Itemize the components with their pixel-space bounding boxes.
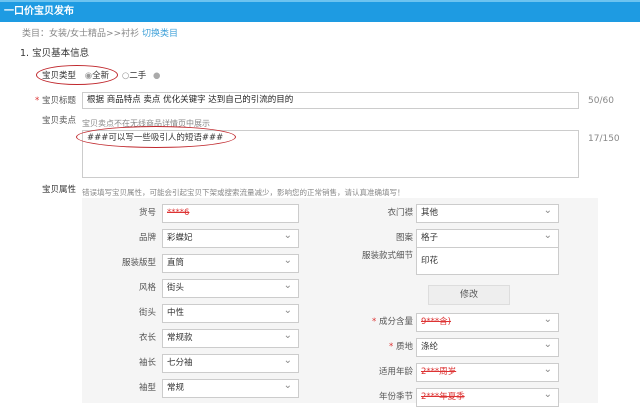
attribute-value: 2***年夏季 [421,392,465,402]
title-input[interactable]: 根据 商品特点 卖点 优化关键字 达到自己的引流的目的 [82,92,579,109]
attribute-label: 袖型 [138,383,156,393]
attribute-value: ****6 [167,208,190,218]
attribute-value: 街头 [167,283,185,293]
attributes-hint: 错误填写宝贝属性，可能会引起宝贝下架或搜索流量减少，影响您的正常销售，请认真准确… [82,188,405,197]
attribute-value: 彩蝶妃 [167,233,193,243]
attribute-label: 适用年龄 [378,367,413,377]
attribute-label: 年份季节 [378,392,413,402]
attribute-select[interactable]: 格子 [416,227,559,248]
attribute-select[interactable]: 9***含) [416,311,559,332]
attribute-label: 服装款式细节 [361,251,413,261]
attribute-value: 其他 [421,208,439,218]
radio-new-label: 全新 [92,71,110,81]
attribute-label: 衣长 [138,333,156,343]
section-title: 1. 宝贝基本信息 [20,48,90,59]
attribute-select[interactable]: 直筒 [162,252,299,273]
attribute-select[interactable]: 中性 [162,302,299,323]
radio-used-label: 二手 [129,71,147,81]
attribute-value: 直筒 [167,258,185,268]
attribute-label: 品牌 [138,233,156,243]
attribute-value: 七分袖 [167,358,193,368]
attribute-label: 货号 [138,208,156,218]
attribute-input[interactable]: ****6 [162,204,299,223]
attribute-label: 衣门襟 [387,208,413,218]
attribute-select[interactable]: 常规款 [162,327,299,348]
attribute-select[interactable]: 常规 [162,377,299,398]
attribute-value: 常规 [167,383,185,393]
attribute-value: 涤纶 [421,342,439,352]
attribute-select[interactable]: 彩蝶妃 [162,227,299,248]
attribute-label: 风格 [138,283,156,293]
attribute-input[interactable]: 印花 [416,247,559,275]
annotation-oval [76,126,236,148]
attribute-select[interactable]: 2***周岁 [416,361,559,382]
help-icon[interactable]: ● [153,71,160,81]
item-type-row: 宝贝类型 ◉全新 ○二手 ● [42,69,160,81]
attribute-label: * 质地 [389,342,413,352]
attribute-select[interactable]: 其他 [416,202,559,223]
edit-button[interactable]: 修改 [428,285,510,305]
attribute-value: 9***含) [421,317,451,327]
attribute-value: 常规款 [167,333,193,343]
attribute-value: 2***周岁 [421,367,457,377]
attribute-select[interactable]: 涤纶 [416,336,559,357]
attribute-label: 服装版型 [121,258,156,268]
attribute-value: 中性 [167,308,185,318]
attribute-label: * 成分含量 [372,317,413,327]
category-breadcrumb: 类目：女装/女士精品>>衬衫 切换类目 [22,26,178,39]
selling-point-label: 宝贝卖点 [41,116,76,126]
page-header: 一口价宝贝发布 [0,0,640,22]
attribute-label: 图案 [395,233,413,243]
attribute-select[interactable]: 街头 [162,277,299,298]
title-count: 50/60 [588,96,614,106]
attributes-label: 宝贝属性 [41,185,76,195]
attribute-label: 街头 [138,308,156,318]
attribute-select[interactable]: 七分袖 [162,352,299,373]
selling-point-count: 17/150 [588,134,620,144]
switch-category-link[interactable]: 切换类目 [142,29,178,39]
attribute-value: 印花 [421,256,439,266]
category-path: 类目：女装/女士精品>>衬衫 [22,29,140,39]
attribute-label: 袖长 [138,358,156,368]
attribute-select[interactable]: 2***年夏季 [416,386,559,407]
attribute-value: 格子 [421,233,439,243]
title-label: * 宝贝标题 [35,96,76,106]
item-type-label: 宝贝类型 [42,71,77,81]
